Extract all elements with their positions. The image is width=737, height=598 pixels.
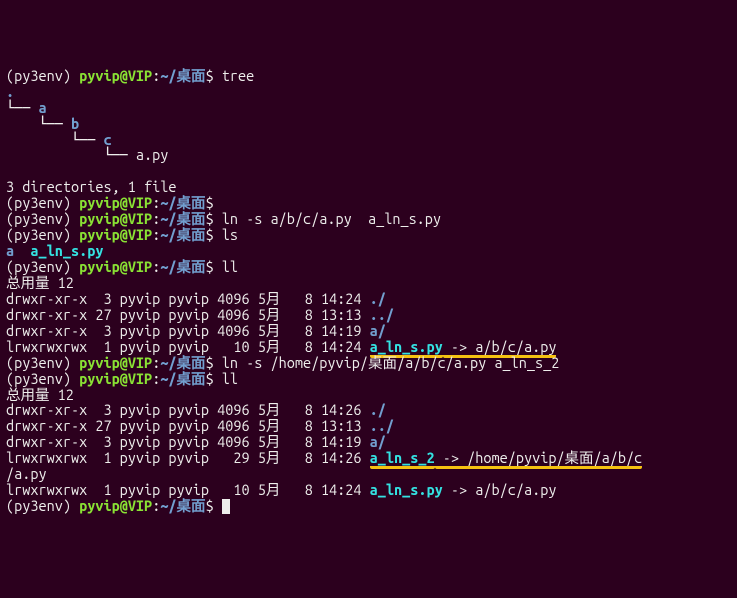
ll-name: ../ <box>370 306 394 323</box>
ll-name: ../ <box>370 417 394 434</box>
dollar: $ <box>206 497 214 514</box>
user-host: pyvip@VIP <box>79 210 152 227</box>
dollar: $ <box>206 67 214 84</box>
prompt: (py3env) pyvip@VIP:~/桌面$ <box>6 194 214 211</box>
tree-dir-c: c <box>103 131 111 148</box>
user-host: pyvip@VIP <box>79 354 152 371</box>
env: (py3env) <box>6 370 79 387</box>
env: (py3env) <box>6 258 79 275</box>
prompt: (py3env) pyvip@VIP:~/桌面$ <box>6 226 214 243</box>
user-host: pyvip@VIP <box>79 194 152 211</box>
env: (py3env) <box>6 497 79 514</box>
cwd: ~/桌面 <box>160 354 205 371</box>
ll-row: drwxr-xr-x 3 pyvip pyvip 4096 5月 8 14:19 <box>6 322 370 339</box>
tree-dir-b: b <box>71 115 79 132</box>
env: (py3env) <box>6 226 79 243</box>
cwd: ~/桌面 <box>160 210 205 227</box>
prompt: (py3env) pyvip@VIP:~/桌面$ <box>6 210 214 227</box>
cwd: ~/桌面 <box>160 67 205 84</box>
prompt: (py3env) pyvip@VIP:~/桌面$ <box>6 258 214 275</box>
tree-branch: └── <box>6 115 71 132</box>
dollar: $ <box>206 258 214 275</box>
cmd-ll: ll <box>214 258 238 275</box>
ll-row: drwxr-xr-x 3 pyvip pyvip 4096 5月 8 14:19 <box>6 433 370 450</box>
env: (py3env) <box>6 354 79 371</box>
cwd: ~/桌面 <box>160 226 205 243</box>
cwd: ~/桌面 <box>160 497 205 514</box>
sp <box>14 242 30 259</box>
ll-row: lrwxrwxrwx 1 pyvip pyvip 10 5月 8 14:24 <box>6 481 370 498</box>
cwd: ~/桌面 <box>160 194 205 211</box>
dollar: $ <box>206 210 214 227</box>
ll-arrow: -> /home/pyvip/桌面/a/b/c <box>435 449 643 469</box>
dollar: $ <box>206 354 214 371</box>
ll-name: ./ <box>370 401 386 418</box>
tree-root: . <box>6 83 14 100</box>
tree-branch: └── <box>6 99 38 116</box>
tree-dir-a: a <box>38 99 46 116</box>
ll-arrow: -> a/b/c/a.py <box>443 481 557 498</box>
cmd-tree: tree <box>214 67 255 84</box>
env: (py3env) <box>6 194 79 211</box>
prompt: (py3env) pyvip@VIP:~/桌面$ <box>6 67 214 84</box>
ls-symlink: a_ln_s.py <box>30 242 103 259</box>
env: (py3env) <box>6 210 79 227</box>
user-host: pyvip@VIP <box>79 67 152 84</box>
total: 总用量 12 <box>6 386 74 403</box>
ll-row: lrwxrwxrwx 1 pyvip pyvip 10 5月 8 14:24 <box>6 338 370 355</box>
ll-name: a/ <box>370 322 386 339</box>
dollar: $ <box>206 370 214 387</box>
cursor[interactable] <box>222 499 230 514</box>
user-host: pyvip@VIP <box>79 258 152 275</box>
user-host: pyvip@VIP <box>79 226 152 243</box>
total: 总用量 12 <box>6 274 74 291</box>
dollar: $ <box>206 226 214 243</box>
tree-summary: 3 directories, 1 file <box>6 178 177 195</box>
ls-dir-a: a <box>6 242 14 259</box>
ll-row: lrwxrwxrwx 1 pyvip pyvip 29 5月 8 14:26 <box>6 449 370 466</box>
cmd-ll2: ll <box>214 370 238 387</box>
dollar: $ <box>206 194 214 211</box>
ll-row: drwxr-xr-x 3 pyvip pyvip 4096 5月 8 14:26 <box>6 401 370 418</box>
prompt: (py3env) pyvip@VIP:~/桌面$ <box>6 354 214 371</box>
ll-symlink-2: a_ln_s_2 <box>370 449 435 469</box>
ll-row: drwxr-xr-x 3 pyvip pyvip 4096 5月 8 14:24 <box>6 290 370 307</box>
ll-row: drwxr-xr-x 27 pyvip pyvip 4096 5月 8 13:1… <box>6 417 370 434</box>
cwd: ~/桌面 <box>160 370 205 387</box>
tree-file: └── a.py <box>6 146 168 163</box>
user-host: pyvip@VIP <box>79 497 152 514</box>
user-host: pyvip@VIP <box>79 370 152 387</box>
env: (py3env) <box>6 67 79 84</box>
prompt: (py3env) pyvip@VIP:~/桌面$ <box>6 370 214 387</box>
ll-name: ./ <box>370 290 386 307</box>
ll-symlink: a_ln_s.py <box>370 481 443 498</box>
ll-row: drwxr-xr-x 27 pyvip pyvip 4096 5月 8 13:1… <box>6 306 370 323</box>
cmd-ls: ls <box>214 226 238 243</box>
ll-name: a/ <box>370 433 386 450</box>
cwd: ~/桌面 <box>160 258 205 275</box>
sp <box>214 497 222 514</box>
prompt: (py3env) pyvip@VIP:~/桌面$ <box>6 497 214 514</box>
terminal[interactable]: (py3env) pyvip@VIP:~/桌面$ tree . └── a └─… <box>0 64 737 518</box>
ll-arrow-cont: /a.py <box>6 465 47 482</box>
cmd-ln2: ln -s /home/pyvip/桌面/a/b/c/a.py a_ln_s_2 <box>214 354 560 371</box>
cmd-ln: ln -s a/b/c/a.py a_ln_s.py <box>214 210 441 227</box>
tree-branch: └── <box>6 131 103 148</box>
